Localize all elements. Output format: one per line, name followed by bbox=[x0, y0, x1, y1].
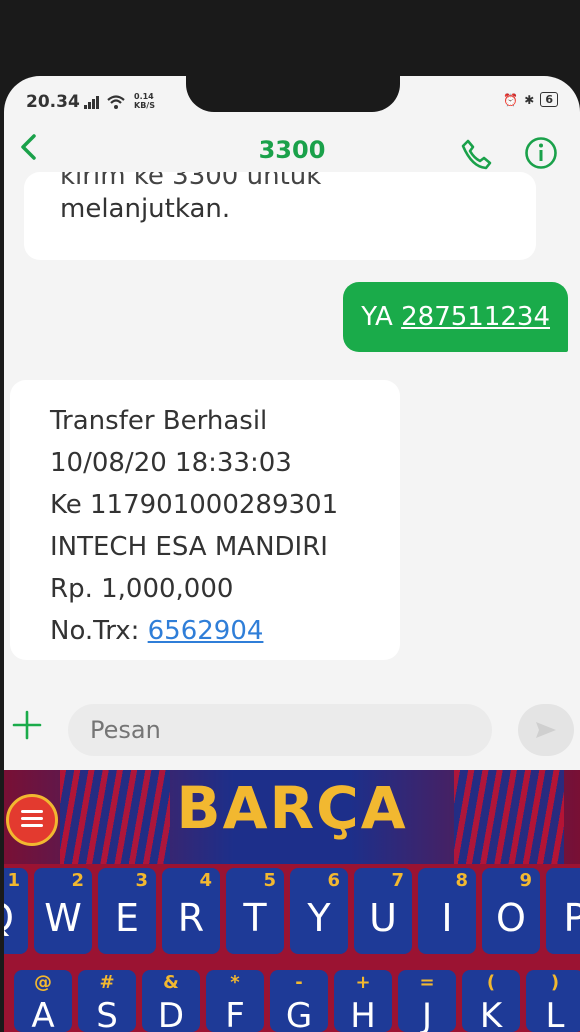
message-text: kirim ke 3300 untuk bbox=[60, 172, 322, 191]
key-k[interactable]: (K bbox=[462, 970, 520, 1032]
key-r[interactable]: 4R bbox=[162, 868, 220, 954]
keyboard-brand-logo: BARÇA bbox=[176, 774, 408, 842]
keyboard-banner: BARÇA bbox=[4, 770, 580, 864]
key-symbol: = bbox=[419, 972, 435, 993]
message-text: melanjutkan. bbox=[60, 194, 231, 224]
contact-title: 3300 bbox=[258, 136, 326, 164]
key-letter: E bbox=[114, 896, 139, 940]
message-bubble-sent: YA 287511234 bbox=[343, 282, 568, 352]
send-icon[interactable] bbox=[518, 704, 574, 756]
key-p[interactable]: P bbox=[546, 868, 580, 954]
message-thread: kirim ke 3300 untuk melanjutkan. YA 2875… bbox=[4, 172, 580, 684]
key-number: 4 bbox=[199, 870, 212, 891]
bluetooth-icon: ✱ bbox=[524, 92, 535, 107]
net-speed-unit: KB/S bbox=[134, 101, 155, 110]
key-letter: P bbox=[563, 896, 580, 940]
key-letter: D bbox=[157, 996, 185, 1032]
status-right: ⏰ ✱ 6 bbox=[503, 92, 558, 107]
key-number: 2 bbox=[71, 870, 84, 891]
key-o[interactable]: 9O bbox=[482, 868, 540, 954]
trx-number-link[interactable]: 6562904 bbox=[148, 616, 264, 646]
key-number: 1 bbox=[7, 870, 20, 891]
message-line: No.Trx: 6562904 bbox=[50, 610, 380, 652]
key-letter: Y bbox=[307, 896, 331, 940]
plus-icon[interactable] bbox=[10, 706, 44, 752]
key-letter: L bbox=[545, 996, 565, 1032]
status-bar: 20.34 0.14 KB/S ⏰ ✱ 6 bbox=[4, 76, 580, 120]
key-w[interactable]: 2W bbox=[34, 868, 92, 954]
key-t[interactable]: 5T bbox=[226, 868, 284, 954]
phone-icon[interactable] bbox=[460, 138, 492, 174]
key-letter: S bbox=[96, 996, 118, 1032]
key-number: 6 bbox=[327, 870, 340, 891]
key-symbol: * bbox=[230, 972, 240, 993]
message-input[interactable] bbox=[68, 704, 492, 756]
key-j[interactable]: = J bbox=[398, 970, 456, 1032]
message-line: INTECH ESA MANDIRI bbox=[50, 532, 328, 562]
key-number: 5 bbox=[263, 870, 276, 891]
status-time: 20.34 bbox=[26, 92, 80, 112]
key-letter: U bbox=[369, 896, 397, 940]
key-e[interactable]: 3E bbox=[98, 868, 156, 954]
key-g[interactable]: -G bbox=[270, 970, 328, 1032]
key-q[interactable]: 1Q bbox=[4, 868, 28, 954]
message-bubble-received: kirim ke 3300 untuk melanjutkan. bbox=[24, 172, 536, 260]
key-a[interactable]: @ A bbox=[14, 970, 72, 1032]
alarm-icon: ⏰ bbox=[503, 92, 519, 107]
message-text: YA bbox=[361, 302, 402, 332]
message-line: Ke 117901000289301 bbox=[50, 490, 339, 520]
message-line: Rp. 1,000,000 bbox=[50, 574, 234, 604]
key-letter: T bbox=[243, 896, 267, 940]
phone-screen: 20.34 0.14 KB/S ⏰ ✱ 6 3300 kirim ke 3300… bbox=[4, 76, 580, 1032]
code-link[interactable]: 287511234 bbox=[401, 302, 550, 332]
key-u[interactable]: 7U bbox=[354, 868, 412, 954]
key-symbol: + bbox=[355, 972, 371, 993]
net-speed: 0.14 KB/S bbox=[134, 92, 155, 110]
key-symbol: ( bbox=[486, 972, 496, 993]
key-letter: G bbox=[285, 996, 313, 1032]
key-letter: H bbox=[350, 996, 376, 1032]
key-l[interactable]: ) L bbox=[526, 970, 580, 1032]
key-letter: J bbox=[421, 996, 433, 1032]
key-symbol: @ bbox=[34, 972, 52, 993]
key-number: 8 bbox=[455, 870, 468, 891]
key-letter: W bbox=[44, 896, 82, 940]
signal-wifi-icon bbox=[84, 94, 130, 114]
key-letter: K bbox=[479, 996, 503, 1032]
message-bubble-received: Transfer Berhasil 10/08/20 18:33:03 Ke 1… bbox=[10, 380, 400, 660]
key-symbol: - bbox=[295, 972, 303, 993]
net-speed-value: 0.14 bbox=[134, 92, 154, 101]
keyboard: BARÇA 1Q2W3E4R5T6Y7U8I9OP @A#S&D*F-G+H=J… bbox=[4, 770, 580, 1032]
key-letter: I bbox=[441, 896, 453, 940]
key-y[interactable]: 6Y bbox=[290, 868, 348, 954]
message-line: Transfer Berhasil bbox=[50, 406, 268, 436]
battery-icon: 6 bbox=[540, 92, 558, 107]
key-s[interactable]: # S bbox=[78, 970, 136, 1032]
key-letter: A bbox=[31, 996, 55, 1032]
key-i[interactable]: 8I bbox=[418, 868, 476, 954]
composer-bar bbox=[4, 696, 580, 766]
key-symbol: # bbox=[99, 972, 115, 993]
key-symbol: ) bbox=[550, 972, 560, 993]
key-letter: F bbox=[225, 996, 245, 1032]
key-d[interactable]: & D bbox=[142, 970, 200, 1032]
key-letter: Q bbox=[4, 896, 28, 940]
key-letter: O bbox=[496, 896, 526, 940]
key-letter: R bbox=[177, 896, 205, 940]
key-number: 3 bbox=[135, 870, 148, 891]
info-icon[interactable] bbox=[524, 136, 558, 174]
key-number: 7 bbox=[391, 870, 404, 891]
key-f[interactable]: * F bbox=[206, 970, 264, 1032]
key-h[interactable]: + H bbox=[334, 970, 392, 1032]
key-symbol: & bbox=[163, 972, 179, 993]
key-number: 9 bbox=[519, 870, 532, 891]
message-line: 10/08/20 18:33:03 bbox=[50, 448, 292, 478]
trx-label: No.Trx: bbox=[50, 616, 148, 646]
